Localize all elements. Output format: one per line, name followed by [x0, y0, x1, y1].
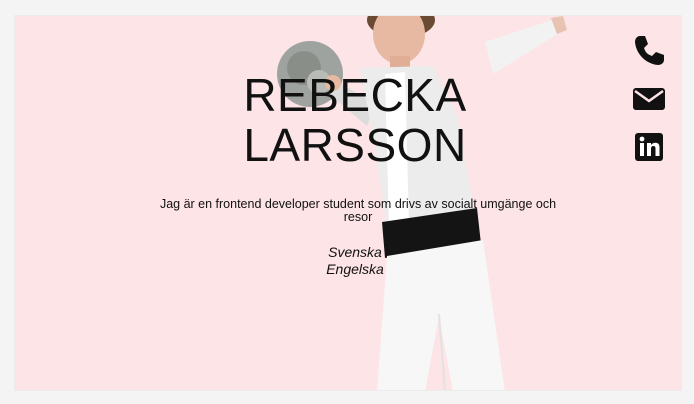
envelope-icon — [633, 88, 665, 110]
language-item: Svenska — [328, 244, 382, 260]
profile-card: REBECKA LARSSON Jag är en frontend devel… — [14, 15, 682, 391]
language-item: Engelska — [326, 261, 384, 277]
profile-tagline: Jag är en frontend developer student som… — [159, 197, 557, 224]
profile-name: REBECKA LARSSON — [225, 70, 485, 170]
email-link[interactable] — [632, 82, 666, 116]
phone-link[interactable] — [632, 34, 666, 68]
linkedin-icon — [635, 133, 663, 161]
languages-list: Svenska Engelska — [295, 244, 415, 278]
linkedin-link[interactable] — [632, 130, 666, 164]
contact-links — [629, 34, 669, 164]
first-name: REBECKA — [243, 69, 467, 121]
phone-icon — [635, 36, 664, 65]
last-name: LARSSON — [243, 119, 467, 171]
